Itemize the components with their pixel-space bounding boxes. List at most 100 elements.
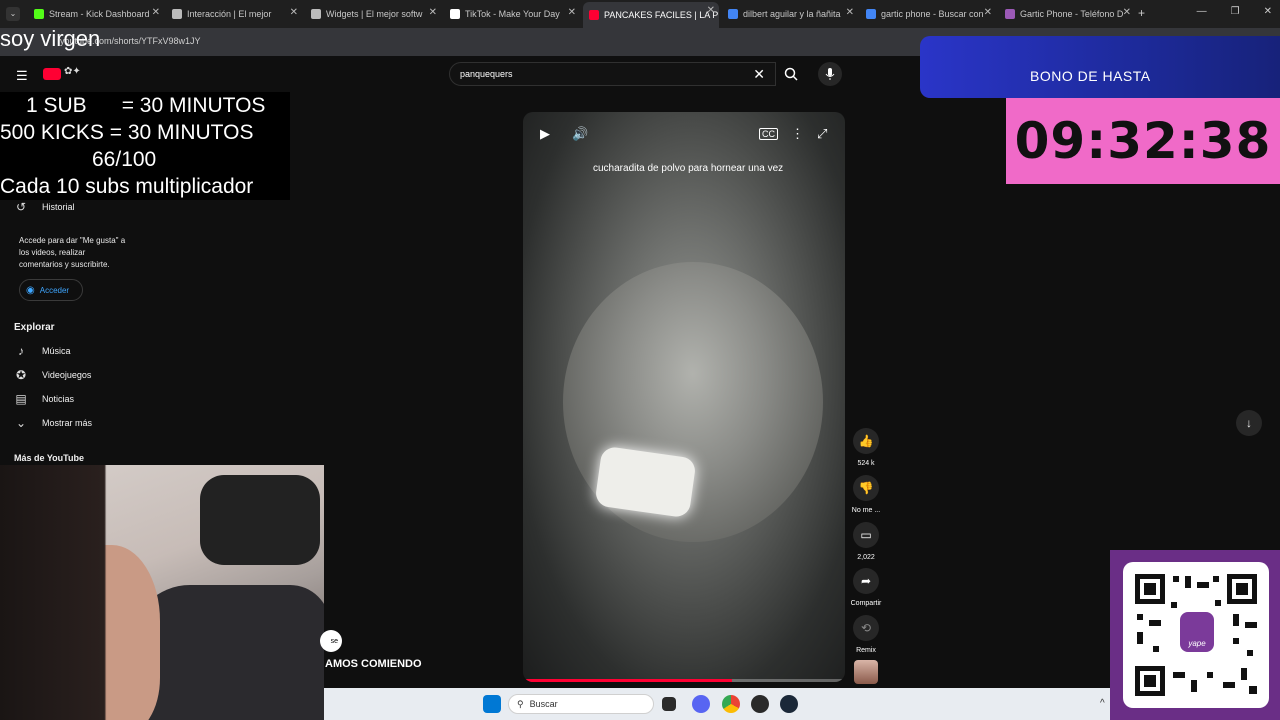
sidebar-item-label: Historial: [42, 202, 75, 212]
comment-icon: ▭: [853, 522, 879, 548]
short-video-player[interactable]: ▶ 🔊 CC ⋮ ⤢ cucharadita de polvo para hor…: [523, 112, 845, 682]
search-value: panquequers: [460, 69, 513, 79]
bono-banner: [920, 36, 1280, 98]
youtube-logo[interactable]: [43, 68, 61, 80]
captions-icon[interactable]: CC: [759, 128, 778, 140]
tab-close-icon[interactable]: ✕: [152, 7, 160, 18]
tab-label: gartic phone - Buscar con: [881, 9, 984, 19]
taskbar-search[interactable]: ⚲ Buscar: [508, 694, 654, 714]
overlay-bottom-text: AMOS COMIENDO: [325, 658, 422, 670]
tab-close-icon[interactable]: ✕: [429, 7, 437, 18]
sidebar-item-videojuegos[interactable]: ✪ Videojuegos: [14, 368, 91, 382]
dislike-button[interactable]: 👎 No me ...: [848, 475, 884, 514]
browser-tab[interactable]: TikTok - Make Your Day ✕: [444, 4, 580, 24]
rule-line: 1 SUB = 30 MINUTOS: [26, 94, 266, 117]
tab-label: TikTok - Make Your Day: [465, 9, 560, 19]
rule-line: Cada 10 subs multiplicador: [0, 175, 254, 198]
explore-heading: Explorar: [14, 322, 55, 333]
chevron-down-icon: ⌄: [15, 416, 27, 430]
sidebar-item-show-more[interactable]: ⌄ Mostrar más: [14, 416, 92, 430]
clear-search-icon[interactable]: ✕: [753, 66, 765, 83]
video-progress-bar[interactable]: [523, 679, 845, 682]
tab-favicon-icon: [866, 9, 876, 19]
timer-box: 09:32:38: [1006, 98, 1280, 184]
tab-label: Gartic Phone - Teléfono D: [1020, 9, 1124, 19]
tab-close-icon[interactable]: ✕: [1123, 7, 1131, 18]
share-icon: ➦: [853, 568, 879, 594]
search-button[interactable]: [776, 62, 806, 86]
sidebar-item-label: Noticias: [42, 394, 75, 404]
search-input[interactable]: panquequers ✕: [449, 62, 776, 86]
sidebar-item-label: Música: [42, 346, 71, 356]
tray-chevron-icon[interactable]: ^: [1100, 698, 1105, 709]
tab-search-dropdown[interactable]: ⌄: [6, 7, 20, 21]
sound-thumbnail[interactable]: [854, 660, 878, 684]
tab-close-icon[interactable]: ✕: [290, 7, 298, 18]
play-icon[interactable]: ▶: [540, 126, 550, 142]
rule-line: 66/100: [92, 148, 157, 171]
tab-close-icon[interactable]: ✕: [568, 7, 576, 18]
sidebar-item-historial[interactable]: ↺ Historial: [14, 200, 75, 214]
tab-close-icon[interactable]: ✕: [984, 7, 992, 18]
remix-button[interactable]: ⟲ Remix: [848, 615, 884, 654]
volume-icon[interactable]: 🔊: [572, 126, 588, 142]
search-icon: ⚲: [517, 698, 524, 709]
remix-label: Remix: [856, 647, 876, 654]
browser-tab[interactable]: Widgets | El mejor softw ✕: [305, 4, 441, 24]
new-tab-button[interactable]: +: [1138, 6, 1145, 20]
rule-line: 500 KICKS = 30 MINUTOS: [0, 121, 254, 144]
windows-start-icon[interactable]: [483, 695, 501, 713]
partial-chip: se: [320, 630, 342, 652]
browser-tab[interactable]: Stream - Kick Dashboard ✕: [28, 4, 164, 24]
tab-label: dilbert aguilar y la ñañita: [743, 9, 841, 19]
tab-favicon-icon: [34, 9, 44, 19]
next-video-button[interactable]: ↓: [1236, 410, 1262, 436]
remix-icon: ⟲: [853, 615, 879, 641]
thumbs-up-icon: 👍: [853, 428, 879, 454]
sidebar-item-label: Videojuegos: [42, 370, 92, 380]
browser-tab-bar: ⌄ Stream - Kick Dashboard ✕ Interacción | …: [0, 0, 1280, 28]
more-options-icon[interactable]: ⋮: [791, 126, 804, 142]
voice-search-button[interactable]: [818, 62, 842, 86]
history-icon: ↺: [15, 200, 27, 214]
signin-label: Acceder: [39, 285, 70, 295]
browser-tab[interactable]: PANCAKES FACILES | LA P ✕: [583, 2, 719, 28]
yape-logo: yape: [1180, 612, 1214, 652]
sidebar-item-musica[interactable]: ♪ Música: [14, 344, 71, 358]
menu-icon[interactable]: ☰: [16, 68, 28, 84]
bono-label: BONO DE HASTA: [1030, 68, 1151, 84]
webcam-feed: [0, 465, 324, 720]
gamepad-icon: ✪: [15, 368, 27, 382]
tab-close-icon[interactable]: ✕: [707, 5, 715, 16]
browser-tab[interactable]: dilbert aguilar y la ñañita ✕: [722, 4, 858, 24]
steam-icon[interactable]: [780, 695, 798, 713]
tab-close-icon[interactable]: ✕: [846, 7, 854, 18]
arrow-down-icon: ↓: [1246, 416, 1252, 430]
progress-fill: [523, 679, 733, 682]
overlay-soy-text: soy virgen: [0, 26, 101, 51]
sidebar-item-noticias[interactable]: ▤ Noticias: [14, 392, 74, 406]
close-window-icon[interactable]: ✕: [1264, 6, 1272, 17]
browser-tab[interactable]: gartic phone - Buscar con ✕: [860, 4, 996, 24]
share-button[interactable]: ➦ Compartir: [848, 568, 884, 607]
signin-button[interactable]: ◉ Acceder: [19, 279, 83, 301]
account-icon: ◉: [26, 284, 35, 296]
news-icon: ▤: [15, 392, 27, 406]
like-button[interactable]: 👍 524 k: [848, 428, 884, 467]
fullscreen-icon[interactable]: ⤢: [817, 126, 827, 142]
chrome-icon[interactable]: [722, 695, 740, 713]
webcam-hair: [0, 465, 190, 720]
thumbs-down-icon: 👎: [853, 475, 879, 501]
minimize-icon[interactable]: —: [1197, 6, 1207, 17]
restore-icon[interactable]: ❐: [1231, 6, 1240, 17]
comments-button[interactable]: ▭ 2,022: [848, 522, 884, 561]
obs-icon[interactable]: [751, 695, 769, 713]
signin-prompt: Accede para dar "Me gusta" a los videos,…: [19, 236, 126, 269]
tab-favicon-icon: [1005, 9, 1015, 19]
browser-tab[interactable]: Gartic Phone - Teléfono D ✕: [999, 4, 1135, 24]
browser-tab[interactable]: Interacción | El mejor ✕: [166, 4, 302, 24]
tab-label: Interacción | El mejor: [187, 9, 272, 19]
discord-icon[interactable]: [692, 695, 710, 713]
task-view-icon[interactable]: [662, 697, 676, 711]
video-caption: cucharadita de polvo para hornear una ve…: [593, 163, 784, 174]
